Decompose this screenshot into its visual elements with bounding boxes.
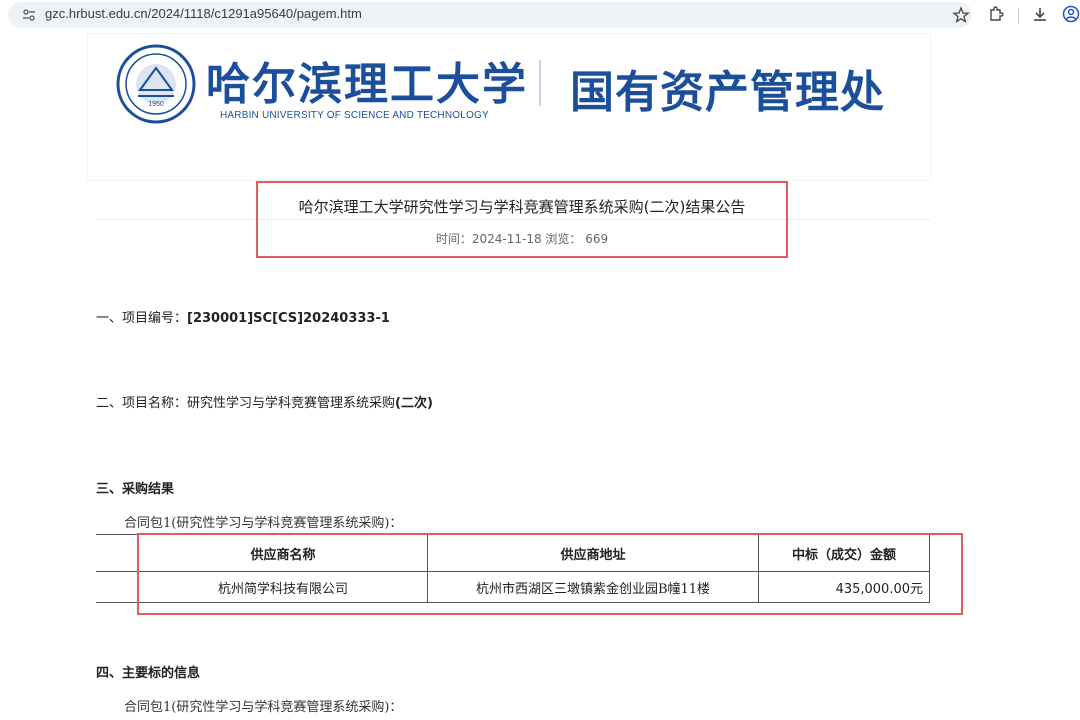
download-icon[interactable] — [1031, 5, 1049, 23]
table-lead-cell — [96, 571, 139, 603]
header-divider — [539, 60, 541, 106]
section-heading-main-items: 四、主要标的信息 — [96, 666, 201, 681]
site-header-banner: 1950 哈尔滨理工大学 HARBIN UNIVERSITY OF SCIENC… — [88, 34, 930, 180]
title-highlight-box — [256, 181, 788, 258]
department-name: 国有资产管理处 — [570, 67, 885, 118]
table-lead-cell — [96, 534, 139, 572]
profile-icon[interactable] — [1062, 5, 1080, 23]
section-heading-result: 三、采购结果 — [96, 482, 175, 497]
browser-toolbar: gzc.hrbust.edu.cn/2024/1118/c1291a95640/… — [0, 0, 1080, 30]
bookmark-star-icon[interactable] — [952, 6, 970, 24]
section-project-name: 二、项目名称：研究性学习与学科竞赛管理系统采购(二次) — [96, 392, 433, 411]
section-project-number: 一、项目编号：[230001]SC[CS]20240333-1 — [96, 307, 390, 326]
toolbar-separator — [1018, 8, 1019, 24]
extensions-icon[interactable] — [987, 5, 1005, 23]
table-highlight-box — [137, 533, 963, 615]
svg-text:1950: 1950 — [148, 101, 164, 108]
university-name-en: HARBIN UNIVERSITY OF SCIENCE AND TECHNOL… — [220, 110, 489, 121]
section-label: 一、项目编号： — [96, 311, 188, 326]
site-info-icon[interactable] — [22, 8, 36, 22]
project-name-suffix: (二次) — [395, 396, 433, 411]
contract-package-label-2: 合同包1(研究性学习与学科竞赛管理系统采购)： — [124, 700, 403, 715]
project-number-value: [230001]SC[CS]20240333-1 — [187, 311, 390, 326]
university-seal-logo[interactable]: 1950 — [116, 44, 196, 124]
contract-package-label: 合同包1(研究性学习与学科竞赛管理系统采购)： — [124, 516, 403, 531]
address-bar[interactable]: gzc.hrbust.edu.cn/2024/1118/c1291a95640/… — [8, 2, 972, 28]
url-text[interactable]: gzc.hrbust.edu.cn/2024/1118/c1291a95640/… — [45, 6, 362, 21]
section-label: 二、项目名称：研究性学习与学科竞赛管理系统采购 — [96, 396, 396, 411]
university-name-cn: 哈尔滨理工大学 — [206, 59, 528, 110]
